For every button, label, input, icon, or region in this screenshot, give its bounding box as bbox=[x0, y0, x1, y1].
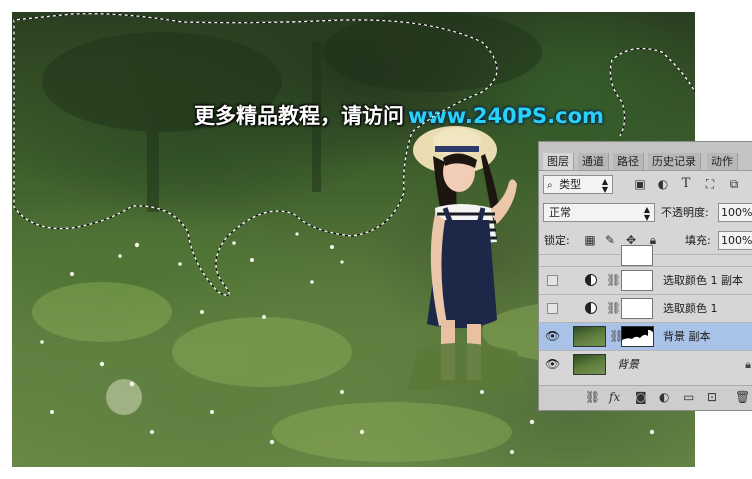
watermark-url: www.240PS.com bbox=[408, 104, 604, 128]
link-icon[interactable]: ⛓ bbox=[606, 273, 621, 287]
layer-thumbnail[interactable] bbox=[573, 354, 606, 375]
layer-row[interactable]: ⛓ 选取颜色 1 bbox=[539, 294, 752, 322]
link-icon[interactable]: ⛓ bbox=[585, 390, 600, 404]
layers-panel: 图层 通道 路径 历史记录 动作 ⌕ 类型 ▲ ▼ ▣ ◐ T ⛶ ⧉ 正常 ▲ ▼… bbox=[538, 141, 752, 411]
layer-name[interactable]: 选取颜色 1 bbox=[663, 295, 718, 323]
layer-filter-label: 类型 bbox=[559, 178, 582, 191]
panel-tabs: 图层 通道 路径 历史记录 动作 bbox=[539, 142, 752, 171]
opacity-label: 不透明度: bbox=[661, 206, 709, 219]
new-layer-icon[interactable]: ⊡ bbox=[707, 390, 717, 404]
layer-name[interactable]: 选取颜色 1 副本 bbox=[663, 267, 743, 295]
mask-shape bbox=[622, 329, 653, 346]
layers-bottom-bar: ⛓ fx ◙ ◐ ▭ ⊡ 🗑︎ bbox=[539, 385, 752, 410]
adjustment-filter-icon[interactable]: ◐ bbox=[656, 177, 670, 191]
mask-icon[interactable]: ◙ bbox=[635, 390, 647, 404]
type-filter-icon[interactable]: T bbox=[679, 177, 693, 191]
visibility-toggle[interactable] bbox=[547, 303, 558, 314]
fill-label: 填充: bbox=[685, 234, 711, 247]
woman-figure bbox=[407, 126, 527, 390]
shape-filter-icon[interactable]: ⛶ bbox=[703, 177, 717, 191]
adjustment-layer-icon bbox=[585, 274, 597, 286]
updown-arrow-icon: ▲ ▼ bbox=[601, 177, 608, 194]
watermark-chinese: 更多精品教程，请访问 bbox=[194, 104, 404, 128]
layer-name[interactable]: 背景 副本 bbox=[663, 323, 711, 351]
blend-mode-select[interactable]: 正常 ▲ ▼ bbox=[543, 203, 655, 222]
tab-history[interactable]: 历史记录 bbox=[648, 153, 701, 170]
layer-mask-thumbnail[interactable] bbox=[621, 298, 653, 319]
adjustment-layer-icon bbox=[585, 302, 597, 314]
layer-row-partial[interactable] bbox=[539, 245, 752, 266]
link-icon[interactable]: ⛓ bbox=[606, 301, 621, 315]
updown-arrow-icon: ▲ ▼ bbox=[643, 205, 650, 222]
image-filter-icon[interactable]: ▣ bbox=[633, 177, 647, 191]
layer-mask-thumbnail[interactable] bbox=[621, 270, 653, 291]
layer-thumbnail[interactable] bbox=[573, 326, 606, 347]
trash-icon[interactable]: 🗑︎ bbox=[735, 390, 750, 404]
watermark: 更多精品教程，请访问 www.240PS.com bbox=[194, 100, 604, 136]
eye-icon[interactable]: 👁︎ bbox=[545, 330, 561, 342]
filter-row: ⌕ 类型 ▲ ▼ ▣ ◐ T ⛶ ⧉ bbox=[539, 172, 752, 197]
eye-icon[interactable]: 👁︎ bbox=[545, 358, 561, 370]
lock-icon: 🔒︎ bbox=[745, 358, 751, 371]
tab-layers[interactable]: 图层 bbox=[543, 153, 574, 170]
layer-row[interactable]: ⛓ 选取颜色 1 副本 bbox=[539, 266, 752, 294]
layer-thumbnail bbox=[621, 245, 653, 266]
visibility-toggle[interactable] bbox=[547, 275, 558, 286]
tab-channels[interactable]: 通道 bbox=[578, 153, 609, 170]
blend-mode-value: 正常 bbox=[549, 206, 571, 219]
layer-mask-thumbnail[interactable] bbox=[621, 326, 654, 347]
layer-row[interactable]: 👁︎ 背景 🔒︎ bbox=[539, 350, 752, 378]
layer-name[interactable]: 背景 bbox=[617, 351, 639, 379]
folder-icon[interactable]: ▭ bbox=[683, 390, 694, 404]
layer-row-selected[interactable]: 👁︎ ⛓ 背景 副本 bbox=[539, 322, 752, 350]
layer-filter-select[interactable]: ⌕ 类型 ▲ ▼ bbox=[543, 175, 613, 194]
tab-paths[interactable]: 路径 bbox=[613, 153, 644, 170]
blend-row: 正常 ▲ ▼ 不透明度: 100% bbox=[539, 200, 752, 225]
smart-object-filter-icon[interactable]: ⧉ bbox=[727, 177, 741, 191]
search-icon: ⌕ bbox=[547, 180, 553, 191]
tab-actions[interactable]: 动作 bbox=[707, 153, 738, 170]
lock-transparent-icon[interactable]: ▦ bbox=[583, 233, 597, 247]
lock-paint-icon[interactable]: ✎ bbox=[603, 233, 617, 247]
lock-label: 锁定: bbox=[544, 234, 570, 247]
fx-icon[interactable]: fx bbox=[609, 390, 620, 404]
fill-input[interactable]: 100% bbox=[718, 231, 752, 250]
adjustment-icon[interactable]: ◐ bbox=[659, 390, 669, 404]
opacity-input[interactable]: 100% bbox=[718, 203, 752, 222]
